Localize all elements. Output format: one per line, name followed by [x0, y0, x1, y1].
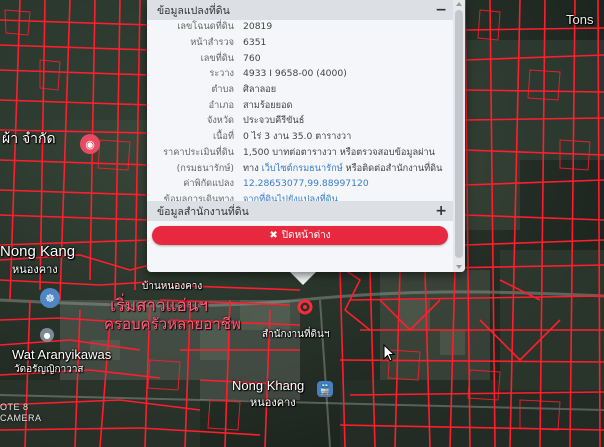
info-row: เลขที่ดิน 760: [147, 50, 453, 66]
info-row-label: เลขโฉนดที่ดิน: [177, 21, 234, 33]
info-row-label: ตำบล: [211, 84, 234, 96]
info-row: ราคาประเมินที่ดิน 1,500 บาทต่อตารางวา หรื…: [147, 145, 453, 161]
camera-watermark-line2: CAMERA: [0, 413, 42, 423]
info-row-value-prefix: ทาง: [243, 162, 262, 174]
popup-tail: [289, 271, 317, 285]
scroll-up-icon[interactable]: [456, 2, 462, 6]
info-row-value: 0 ไร่ 3 งาน 35.0 ตารางวา: [243, 131, 352, 143]
info-row-value: 6351: [243, 37, 267, 49]
map-label-nong-kang-th: หนองคาง: [12, 264, 58, 276]
info-row: ตำบล ศิลาลอย: [147, 82, 453, 98]
info-row: (กรมธนารักษ์) ทาง เว็บไซต์กรมธนารักษ์ หรื…: [147, 160, 453, 176]
close-window-button[interactable]: ✖ ปิดหน้าต่าง: [152, 226, 448, 245]
camera-watermark: OTE 8 CAMERA: [0, 402, 42, 424]
parcel-marker-icon[interactable]: [294, 296, 316, 320]
map-label-nong-kang: Nong Kang: [0, 243, 76, 260]
info-row: อำเภอ สามร้อยยอด: [147, 97, 453, 113]
info-row-label: จังหวัด: [206, 115, 234, 127]
info-row-value: 4933 I 9658-00 (4000): [243, 68, 347, 80]
map-label-nong-khang-station-th: หนองคาง: [250, 397, 296, 409]
collapse-icon[interactable]: −: [435, 2, 447, 18]
info-row-value: 760: [243, 52, 261, 64]
map-label-school-2: ครอบครัวหลายอาชีพ: [104, 316, 241, 333]
info-row: ระวาง 4933 I 9658-00 (4000): [147, 66, 453, 82]
close-x-icon: ✖: [269, 230, 278, 241]
info-row-label: หน้าสำรวจ: [190, 37, 234, 49]
map-label-office: สำนักงานที่ดินฯ: [262, 329, 330, 340]
info-row-value: สามร้อยยอด: [243, 99, 293, 111]
info-row-label: ราคาประเมินที่ดิน: [163, 146, 234, 158]
info-row-label: อำเภอ: [208, 99, 234, 111]
info-row-label: ระวาง: [209, 68, 234, 80]
land-office-header[interactable]: ข้อมูลสำนักงานที่ดิน +: [147, 201, 453, 221]
info-row-value: 20819: [243, 21, 273, 33]
scroll-down-icon[interactable]: [456, 265, 462, 269]
info-row-label: ค่าพิกัดแปลง: [183, 178, 234, 190]
info-row: เลขโฉนดที่ดิน 20819: [147, 19, 453, 35]
scroll-thumb[interactable]: [455, 10, 463, 258]
shop-icon[interactable]: ◉: [80, 134, 100, 154]
info-row: ค่าพิกัดแปลง 12.28653077,99.88997120: [147, 176, 453, 192]
ship-wheel-icon[interactable]: ☸: [40, 288, 60, 308]
info-row-value: ทาง เว็บไซต์กรมธนารักษ์ หรือติดต่อสำนักง…: [243, 161, 442, 176]
popup-scrollbar[interactable]: [453, 0, 465, 272]
parcel-info-popup: ข้อมูลแปลงที่ดิน − เลขโฉนดที่ดิน 20819 หน้…: [147, 0, 465, 272]
parcel-info-title: ข้อมูลแปลงที่ดิน: [157, 4, 230, 17]
place-icon[interactable]: ●: [40, 328, 54, 342]
info-row: หน้าสำรวจ 6351: [147, 35, 453, 51]
camera-watermark-line1: OTE 8: [0, 402, 29, 412]
info-row-value-suffix: หรือติดต่อสำนักงานที่ดิน: [342, 162, 443, 174]
info-row-value: ศิลาลอย: [243, 84, 277, 96]
info-row: เนื้อที่ 0 ไร่ 3 งาน 35.0 ตารางวา: [147, 129, 453, 145]
info-row-label: เนื้อที่: [213, 131, 234, 143]
close-window-label: ปิดหน้าต่าง: [281, 230, 331, 241]
info-row-value: 1,500 บาทต่อตารางวา หรือตรวจสอบข้อมูลผ่า…: [243, 146, 435, 158]
info-row-value: ประจวบคีรีขันธ์: [243, 115, 305, 127]
info-row-label: (กรมธนารักษ์): [176, 162, 234, 174]
train-station-icon[interactable]: 🚆: [317, 381, 333, 397]
parcel-info-header[interactable]: ข้อมูลแปลงที่ดิน −: [147, 0, 453, 20]
map-label-wat-th: วัดอรัญญิกาวาส: [14, 364, 84, 375]
expand-icon[interactable]: +: [435, 203, 447, 219]
land-office-title: ข้อมูลสำนักงานที่ดิน: [157, 205, 249, 218]
map-label-nong-khang-station: Nong Khang: [232, 378, 305, 393]
treasury-website-link[interactable]: เว็บไซต์กรมธนารักษ์: [262, 163, 343, 174]
info-row: จังหวัด ประจวบคีรีขันธ์: [147, 113, 453, 129]
info-row-value[interactable]: 12.28653077,99.88997120: [243, 178, 369, 189]
info-row-label: เลขที่ดิน: [200, 52, 234, 64]
map-label-tons: Tons: [566, 12, 594, 27]
mouse-cursor-icon: [383, 344, 396, 362]
parcel-info-rows: เลขโฉนดที่ดิน 20819 หน้าสำรวจ 6351 เลขที่ดิน…: [147, 19, 453, 223]
map-label-wat: Wat Aranyikawas: [12, 347, 112, 362]
map-label-company: ผ้า จำกัด: [2, 130, 56, 146]
